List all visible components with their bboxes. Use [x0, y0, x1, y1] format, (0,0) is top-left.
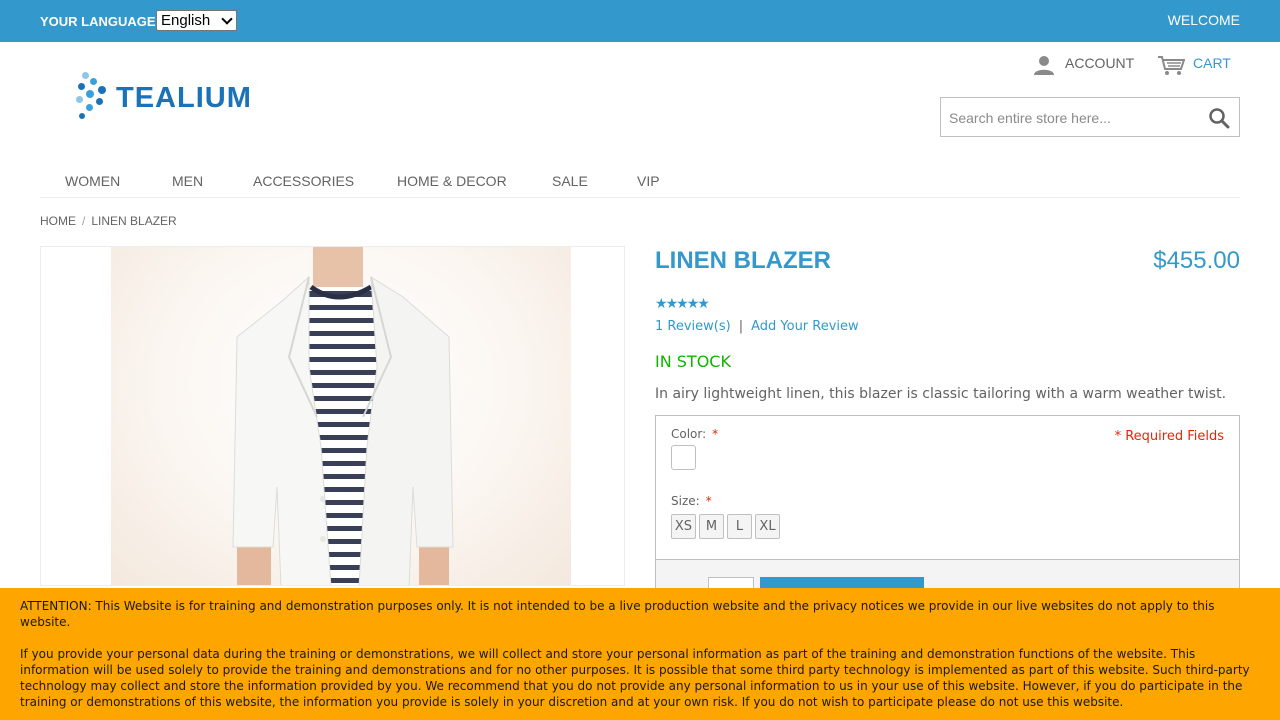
product-image[interactable] [40, 246, 625, 586]
top-bar: YOUR LANGUAGE: English WELCOME [0, 0, 1280, 42]
size-swatch-l[interactable]: L [727, 514, 752, 539]
review-links: 1 Review(s) | Add Your Review [655, 319, 859, 334]
search-input[interactable] [949, 108, 1199, 128]
rating-stars: ★★★★★ [655, 296, 710, 312]
product-photo [232, 247, 454, 585]
logo-text: TEALIUM [116, 82, 252, 114]
required-marker: * [705, 494, 712, 508]
language-select-value: English [161, 12, 211, 29]
main-navigation: WOMEN MEN ACCESSORIES HOME & DECOR SALE … [40, 160, 1240, 198]
product-title: LINEN BLAZER [655, 247, 831, 274]
welcome-message: WELCOME [1167, 12, 1240, 28]
chevron-down-icon [221, 13, 233, 25]
required-fields-note: * Required Fields [1114, 429, 1224, 444]
cart-label: CART [1193, 55, 1231, 71]
review-separator: | [738, 319, 744, 334]
size-swatch-m[interactable]: M [699, 514, 724, 539]
language-label: YOUR LANGUAGE: [40, 14, 160, 29]
size-label-text: Size: [671, 494, 700, 508]
nav-item-men[interactable]: MEN [172, 173, 203, 189]
nav-item-women[interactable]: WOMEN [65, 173, 120, 189]
breadcrumb-separator: / [82, 214, 86, 228]
nav-item-home-decor[interactable]: HOME & DECOR [397, 173, 507, 189]
nav-item-vip[interactable]: VIP [637, 173, 660, 189]
size-option-label: Size: * [671, 494, 712, 508]
logo[interactable]: TEALIUM [76, 70, 298, 124]
breadcrumb-home[interactable]: HOME [40, 214, 76, 228]
search-icon[interactable] [1207, 106, 1231, 130]
star-icon: ★ [697, 296, 709, 312]
notice-paragraph-2: If you provide your personal data during… [20, 647, 1250, 709]
size-swatch-xl[interactable]: XL [755, 514, 780, 539]
notice-paragraph-1: ATTENTION: This Website is for training … [20, 599, 1215, 629]
nav-item-accessories[interactable]: ACCESSORIES [253, 173, 354, 189]
star-icon: ★ [686, 296, 699, 312]
user-icon [1034, 56, 1054, 75]
star-icon: ★ [655, 296, 667, 312]
color-option-label: Color: * [671, 427, 718, 441]
language-select[interactable]: English [156, 10, 237, 31]
reviews-count-link[interactable]: 1 Review(s) [655, 319, 731, 334]
stock-status: IN STOCK [655, 352, 731, 371]
required-marker: * [712, 427, 719, 441]
add-review-link[interactable]: Add Your Review [751, 319, 859, 334]
star-icon: ★ [665, 296, 678, 312]
nav-item-sale[interactable]: SALE [552, 173, 588, 189]
product-description: In airy lightweight linen, this blazer i… [655, 386, 1227, 402]
color-label-text: Color: [671, 427, 707, 441]
add-to-cart-row [655, 560, 1240, 591]
search-box [940, 97, 1240, 137]
color-swatch-white[interactable] [671, 445, 696, 470]
cart-icon [1158, 56, 1185, 75]
demo-notice-banner: ATTENTION: This Website is for training … [0, 588, 1280, 720]
product-price: $455.00 [1153, 247, 1240, 274]
size-swatch-xs[interactable]: XS [671, 514, 696, 539]
star-icon: ★ [676, 296, 688, 312]
account-label: ACCOUNT [1065, 55, 1135, 71]
product-options: Color: * * Required Fields Size: * XS M L … [655, 415, 1240, 560]
breadcrumb: HOME / LINEN BLAZER [40, 214, 177, 228]
breadcrumb-current: LINEN BLAZER [91, 214, 177, 228]
